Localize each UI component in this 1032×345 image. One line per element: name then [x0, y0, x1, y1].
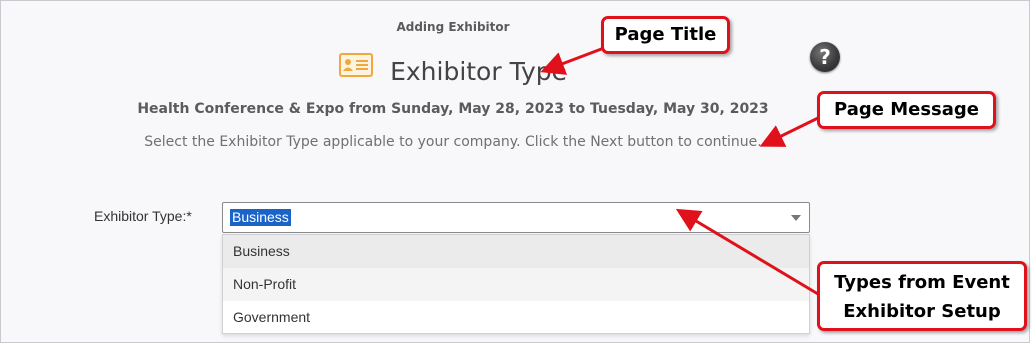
callout-page-message: Page Message [817, 91, 996, 129]
callout-page-title: Page Title [601, 16, 730, 54]
callout-types-line2: Exhibitor Setup [843, 301, 1001, 322]
arrow-to-message [759, 116, 819, 147]
callout-types-line1: Types from Event [834, 272, 1010, 293]
callout-types: Types from Event Exhibitor Setup [817, 261, 1027, 331]
arrow-to-title [540, 46, 605, 75]
callout-page-title-text: Page Title [614, 24, 717, 45]
arrow-to-select [675, 208, 819, 296]
callout-page-message-text: Page Message [833, 99, 979, 120]
